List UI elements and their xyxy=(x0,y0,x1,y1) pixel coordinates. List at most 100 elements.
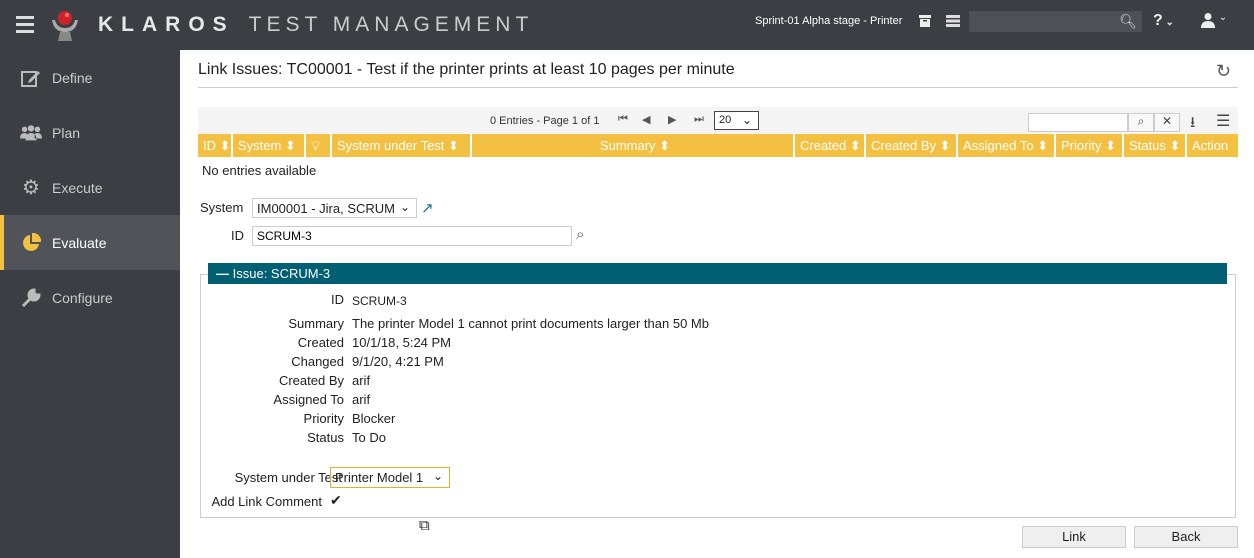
column-header-summary[interactable]: Summary ⬍ xyxy=(472,134,795,157)
sidebar-item-label: Define xyxy=(52,69,93,86)
issue-panel-header[interactable]: — Issue: SCRUM-3 xyxy=(208,263,1227,284)
column-header-hint[interactable]: 💡︎ xyxy=(306,134,332,157)
chevron-down-icon: ⌄ xyxy=(741,113,752,127)
archive-icon[interactable] xyxy=(918,14,932,28)
issue-field-label: Summary xyxy=(288,316,344,331)
column-label: Summary xyxy=(599,138,656,153)
add-link-comment-label: Add Link Comment xyxy=(211,494,322,509)
link-button[interactable]: Link xyxy=(1022,526,1126,548)
column-header-system-under-test[interactable]: System under Test ⬍ xyxy=(332,134,472,157)
search-icon[interactable]: ⌕ xyxy=(576,226,584,243)
id-label: ID xyxy=(231,228,244,243)
issue-field-label: Created xyxy=(297,335,344,350)
global-search-input[interactable]: 🔍︎ xyxy=(969,11,1142,32)
table-header: ID ⬍ System ⬍ 💡︎ System under Test ⬍ Sum… xyxy=(198,134,1238,157)
column-header-status[interactable]: Status ⬍ xyxy=(1124,134,1187,157)
top-bar: KLAROS TEST MANAGEMENT Sprint-01 Alpha st… xyxy=(0,0,1254,50)
help-icon: ? xyxy=(1153,12,1163,29)
sidebar-item-label: Evaluate xyxy=(52,234,107,251)
column-label: Action xyxy=(1192,138,1229,153)
user-menu[interactable]: ⌄ xyxy=(1200,12,1227,33)
brand-title: KLAROS TEST MANAGEMENT xyxy=(98,13,533,37)
column-label: Created By xyxy=(871,138,937,153)
issue-field-value: 9/1/20, 4:21 PM xyxy=(352,354,444,369)
system-label: System xyxy=(200,200,244,215)
user-icon xyxy=(1201,13,1215,28)
column-header-assigned-to[interactable]: Assigned To ⬍ xyxy=(958,134,1056,157)
issue-field-value: 10/1/18, 5:24 PM xyxy=(352,335,452,350)
column-label: Created xyxy=(800,138,847,153)
issue-field-value: Blocker xyxy=(352,411,396,426)
issue-field-label: ID xyxy=(331,292,344,307)
users-icon xyxy=(20,122,42,144)
column-header-priority[interactable]: Priority ⬍ xyxy=(1056,134,1124,157)
clear-icon[interactable]: ✕ xyxy=(1154,113,1180,132)
issue-header-text: Issue: SCRUM-3 xyxy=(232,266,331,281)
column-header-created[interactable]: Created ⬍ xyxy=(795,134,866,157)
klaros-logo xyxy=(52,11,78,41)
sut-label: System under Test xyxy=(234,470,342,485)
add-link-comment-checkbox[interactable]: ✔︎ xyxy=(330,492,342,509)
issue-field-label: Assigned To xyxy=(273,392,344,407)
system-select[interactable]: IM00001 - Jira, SCRUM ⌄ xyxy=(252,198,417,218)
menu-icon[interactable] xyxy=(16,16,34,34)
sidebar-item-define[interactable]: Define xyxy=(0,50,180,105)
issue-id-input[interactable] xyxy=(252,226,572,246)
empty-table-message: No entries available xyxy=(202,163,317,178)
pie-chart-icon xyxy=(20,232,42,254)
gear-icon: ⚙︎ xyxy=(22,177,40,199)
brand-secondary: TEST MANAGEMENT xyxy=(248,13,534,36)
issue-panel: ID SCRUM-3 ⧉ Summary The printer Model 1… xyxy=(200,274,1236,534)
page-size-value: 20 xyxy=(719,114,732,126)
sidebar-item-plan[interactable]: Plan xyxy=(0,105,180,160)
column-label: ID xyxy=(203,138,216,153)
chevron-down-icon: ⌄ xyxy=(432,469,443,483)
table-toolbar: 0 Entries - Page 1 of 1 ⏮︎ ◀︎ ▶︎ ⏭︎ 20 ⌄ … xyxy=(198,107,1238,134)
system-under-test-select[interactable]: Printer Model 1 ⌄ xyxy=(330,467,450,488)
issue-field-label: Created By xyxy=(278,373,344,388)
refresh-icon[interactable]: ↻ xyxy=(1216,61,1231,82)
search-icon[interactable]: ⌕ xyxy=(1128,113,1154,132)
issue-field-label: Priority xyxy=(303,411,344,426)
sidebar-item-label: Execute xyxy=(52,179,103,196)
sidebar-item-label: Plan xyxy=(52,124,81,141)
previous-page-icon[interactable]: ◀︎ xyxy=(642,113,650,126)
help-menu[interactable]: ? ⌄ xyxy=(1153,12,1174,30)
column-menu-icon[interactable]: ☰ xyxy=(1216,111,1230,131)
sidebar-item-execute[interactable]: ⚙︎ Execute xyxy=(0,160,180,215)
page-title: Link Issues: TC00001 - Test if the print… xyxy=(198,61,735,78)
open-system-icon[interactable]: ↗︎ xyxy=(421,199,434,217)
project-context[interactable]: Sprint-01 Alpha stage - Printer xyxy=(755,15,902,27)
column-label: System xyxy=(238,138,282,153)
system-value: IM00001 - Jira, SCRUM xyxy=(257,201,395,216)
edit-icon xyxy=(20,67,42,89)
column-header-created-by[interactable]: Created By ⬍ xyxy=(866,134,958,157)
back-button[interactable]: Back xyxy=(1134,526,1238,548)
table-search-input[interactable] xyxy=(1028,113,1128,132)
next-page-icon[interactable]: ▶︎ xyxy=(668,113,676,126)
issue-field-value: The printer Model 1 cannot print documen… xyxy=(352,316,709,331)
external-link-icon[interactable]: ⧉ xyxy=(419,517,430,534)
issue-field-value: To Do xyxy=(352,430,386,445)
pager-text: 0 Entries - Page 1 of 1 xyxy=(490,115,600,127)
column-label: Assigned To xyxy=(963,138,1034,153)
issue-field-label: Status xyxy=(307,430,344,445)
page-size-select[interactable]: 20 ⌄ xyxy=(714,111,759,130)
sidebar-item-label: Configure xyxy=(52,289,113,306)
column-label: Priority xyxy=(1061,138,1102,153)
issue-field-value: SCRUM-3 xyxy=(352,294,407,308)
column-label: Status xyxy=(1129,138,1166,153)
column-header-action: Action xyxy=(1187,134,1238,157)
first-page-icon[interactable]: ⏮︎ xyxy=(618,113,628,126)
chevron-down-icon: ⌄ xyxy=(399,200,410,214)
last-page-icon[interactable]: ⏭︎ xyxy=(694,113,704,126)
sidebar-item-evaluate[interactable]: Evaluate xyxy=(0,215,180,270)
search-icon[interactable]: 🔍︎ xyxy=(1119,13,1137,30)
column-header-system[interactable]: System ⬍ xyxy=(233,134,306,157)
column-header-id[interactable]: ID ⬍ xyxy=(198,134,233,157)
list-icon[interactable] xyxy=(946,14,960,28)
column-label: System under Test xyxy=(337,138,445,153)
sidebar-item-configure[interactable]: Configure xyxy=(0,270,180,325)
chevron-down-icon: ⌄ xyxy=(1162,17,1174,28)
chevron-down-icon: ⌄ xyxy=(1216,12,1228,23)
